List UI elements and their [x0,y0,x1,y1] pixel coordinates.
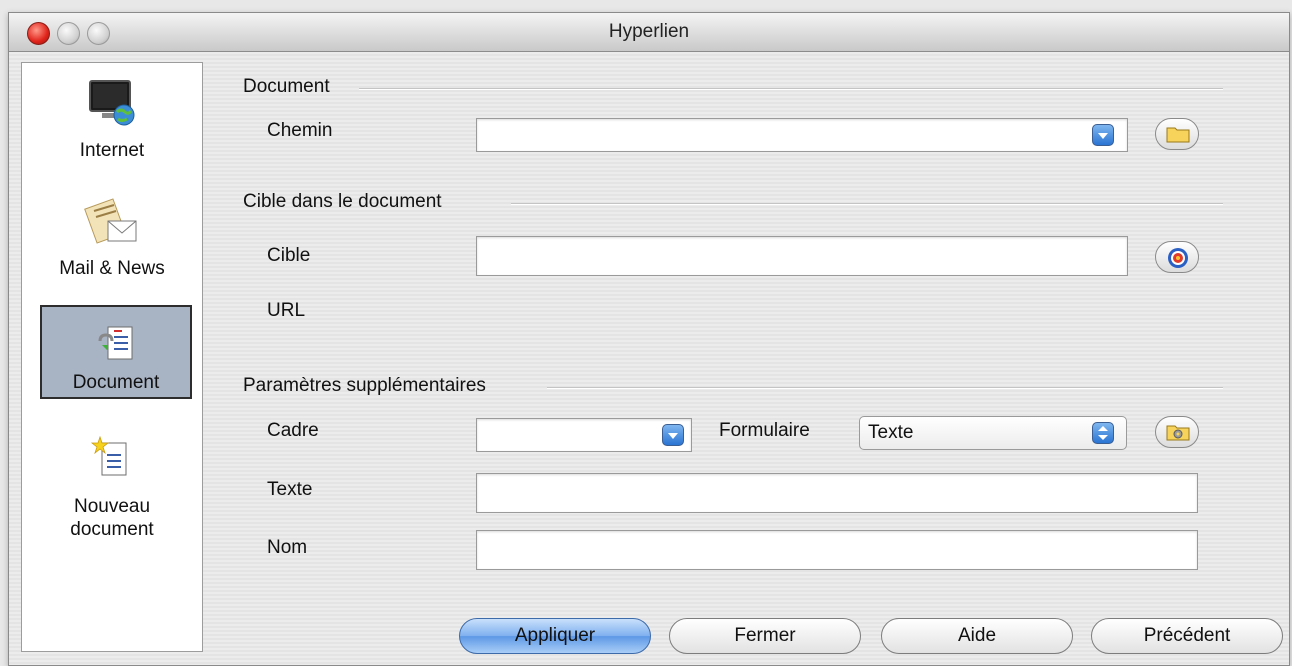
sidebar-item-mail-news[interactable]: Mail & News [22,195,202,280]
form-select[interactable]: Texte [859,416,1127,450]
open-file-button[interactable] [1155,118,1199,150]
path-combobox[interactable] [476,118,1128,152]
sidebar-item-internet[interactable]: Internet [22,77,202,162]
sidebar-item-label: Nouveau [73,496,151,517]
sidebar-item-new-document[interactable]: Nouveau document [22,435,202,541]
frame-dropdown-button[interactable] [662,424,684,446]
macro-folder-icon [1166,423,1190,446]
frame-label: Cadre [267,420,319,441]
target-icon [1167,247,1189,274]
url-label: URL [267,300,306,321]
section-title-document: Document [243,76,330,97]
section-title-target: Cible dans le document [243,191,442,212]
sidebar-item-label: Mail & News [59,258,165,279]
section-divider [359,88,1223,90]
path-label: Chemin [267,120,333,141]
apply-button[interactable]: Appliquer [459,618,651,654]
hyperlink-dialog: Hyperlien Internet Mail & News Document … [8,12,1290,666]
form-select-stepper[interactable] [1092,422,1114,444]
target-input[interactable] [476,236,1128,276]
target-in-document-button[interactable] [1155,241,1199,273]
hyperlink-type-sidebar: Internet Mail & News Document Nouveau do… [21,62,203,652]
previous-button[interactable]: Précédent [1091,618,1283,654]
new-document-icon [90,435,134,479]
section-divider [511,203,1223,205]
window-title: Hyperlien [608,21,690,42]
path-dropdown-button[interactable] [1092,124,1114,146]
help-button[interactable]: Aide [881,618,1073,654]
document-icon [96,323,136,363]
section-title-extra-settings: Paramètres supplémentaires [243,375,486,396]
text-label: Texte [267,479,313,500]
dialog-content: Internet Mail & News Document Nouveau do… [9,52,1289,665]
folder-icon [1166,125,1190,148]
section-divider [547,387,1223,389]
events-button[interactable] [1155,416,1199,448]
internet-icon [84,77,140,133]
close-button[interactable]: Fermer [669,618,861,654]
name-label: Nom [267,537,308,558]
name-input[interactable] [476,530,1198,570]
sidebar-item-label: Internet [79,140,145,161]
form-label: Formulaire [719,420,810,441]
title-bar: Hyperlien [9,13,1289,52]
sidebar-item-label: Document [72,372,160,393]
frame-combobox[interactable] [476,418,692,452]
mail-news-icon [84,195,140,251]
text-input[interactable] [476,473,1198,513]
sidebar-item-document[interactable]: Document [40,305,192,399]
target-label: Cible [267,245,311,266]
sidebar-item-label: document [70,519,154,540]
